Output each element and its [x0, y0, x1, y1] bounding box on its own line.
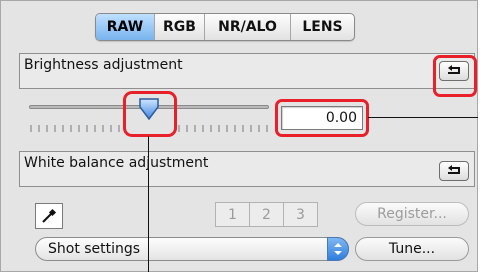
tune-button[interactable]: Tune... — [355, 237, 469, 261]
white-balance-title: White balance adjustment — [24, 155, 209, 171]
preset-3-button[interactable]: 3 — [283, 202, 318, 227]
white-balance-reset-button[interactable] — [439, 161, 469, 181]
eyedropper-icon — [42, 208, 57, 223]
reset-button-highlight — [433, 55, 477, 97]
eyedropper-button[interactable] — [35, 203, 63, 229]
slider-ticks-left — [30, 125, 120, 132]
reset-icon — [445, 162, 463, 181]
white-balance-select[interactable]: Shot settings — [35, 237, 349, 261]
select-arrows-icon — [327, 237, 349, 261]
slider-ticks-right — [178, 125, 268, 132]
value-callout-line — [368, 117, 478, 118]
white-balance-select-value: Shot settings — [48, 241, 141, 257]
brightness-title: Brightness adjustment — [24, 57, 183, 73]
tab-raw[interactable]: RAW — [96, 14, 154, 40]
slider-callout-line — [148, 136, 149, 272]
tab-rgb[interactable]: RGB — [154, 14, 204, 40]
raw-adjustment-panel: RAW RGB NR/ALO LENS Brightness adjustmen… — [0, 0, 478, 272]
white-balance-section-header: White balance adjustment — [19, 151, 475, 187]
slider-thumb-highlight — [123, 91, 177, 137]
register-button[interactable]: Register... — [355, 202, 469, 226]
brightness-section-header: Brightness adjustment — [19, 53, 475, 89]
preset-1-button[interactable]: 1 — [215, 202, 250, 227]
preset-2-button[interactable]: 2 — [249, 202, 284, 227]
value-field-highlight — [275, 99, 369, 137]
tab-nr-alo[interactable]: NR/ALO — [204, 14, 290, 40]
tab-bar: RAW RGB NR/ALO LENS — [95, 13, 355, 41]
tab-lens[interactable]: LENS — [290, 14, 354, 40]
